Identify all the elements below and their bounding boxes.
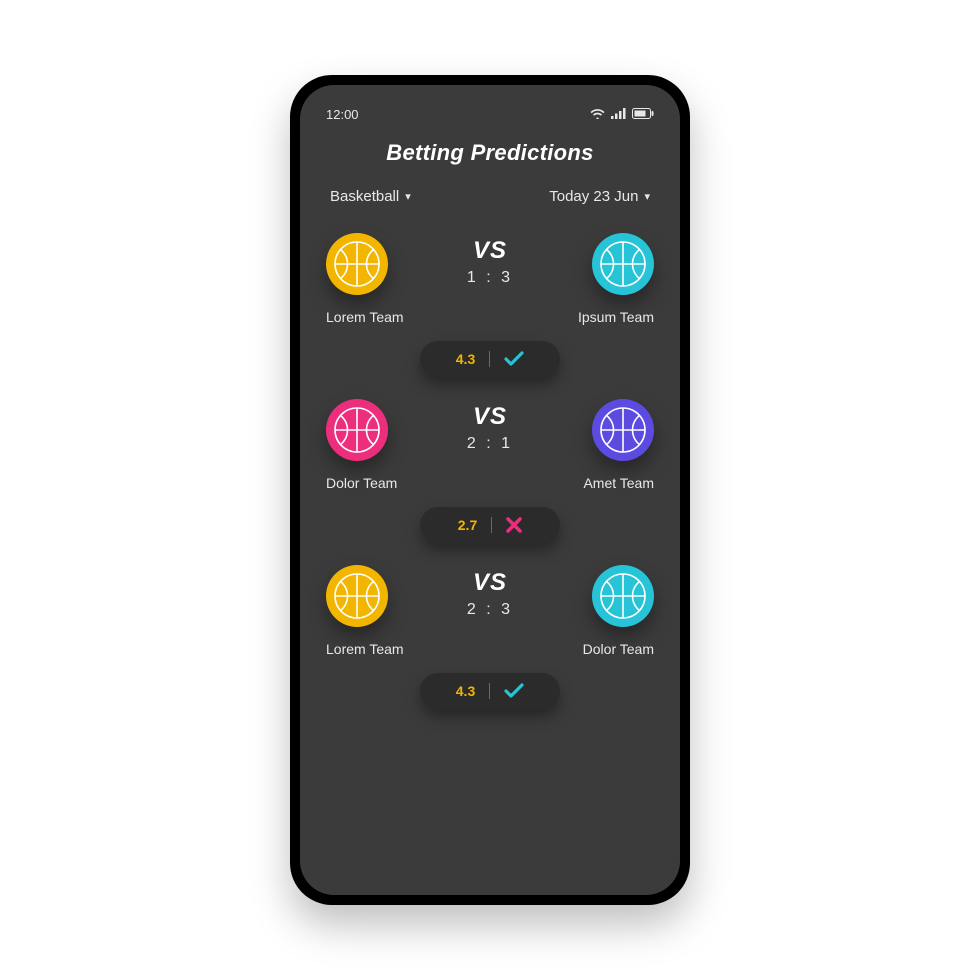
match-score: 2 : 1 <box>467 435 513 453</box>
team-b-name: Dolor Team <box>583 641 654 657</box>
match-center: VS 2 : 1 <box>467 399 513 453</box>
battery-icon <box>632 107 654 122</box>
screen: 12:00 Betting Predictions Basketball ▾ <box>300 85 680 895</box>
date-filter[interactable]: Today 23 Jun ▾ <box>549 188 650 205</box>
team-a: Lorem Team <box>326 565 436 657</box>
match-card[interactable]: Lorem Team VS 2 : 3 Dolor Team 4.3 <box>326 565 654 709</box>
team-a-name: Dolor Team <box>326 475 397 491</box>
odds-pill[interactable]: 4.3 <box>420 341 560 377</box>
odds-value: 4.3 <box>456 683 475 699</box>
separator <box>491 517 492 533</box>
signal-icon <box>611 107 626 122</box>
vs-label: VS <box>473 403 507 431</box>
odds-pill[interactable]: 4.3 <box>420 673 560 709</box>
basketball-icon <box>326 233 388 295</box>
team-b-name: Ipsum Team <box>578 309 654 325</box>
filters-row: Basketball ▾ Today 23 Jun ▾ <box>326 188 654 205</box>
odds-value: 2.7 <box>458 517 477 533</box>
team-b-name: Amet Team <box>583 475 654 491</box>
status-icons <box>590 107 654 122</box>
match-row: Dolor Team VS 2 : 1 Amet Team <box>326 399 654 491</box>
sport-filter[interactable]: Basketball ▾ <box>330 188 411 205</box>
cross-icon <box>506 517 522 533</box>
basketball-icon <box>592 399 654 461</box>
team-b: Ipsum Team <box>544 233 654 325</box>
match-center: VS 1 : 3 <box>467 233 513 287</box>
odds-value: 4.3 <box>456 351 475 367</box>
basketball-icon <box>592 565 654 627</box>
chevron-down-icon: ▾ <box>644 190 650 203</box>
match-center: VS 2 : 3 <box>467 565 513 619</box>
match-row: Lorem Team VS 2 : 3 Dolor Team <box>326 565 654 657</box>
check-icon <box>504 351 524 367</box>
team-a: Lorem Team <box>326 233 436 325</box>
match-score: 1 : 3 <box>467 269 513 287</box>
date-filter-label: Today 23 Jun <box>549 188 638 205</box>
sport-filter-label: Basketball <box>330 188 399 205</box>
page-title: Betting Predictions <box>326 140 654 166</box>
team-a-name: Lorem Team <box>326 641 404 657</box>
match-list: Lorem Team VS 1 : 3 Ipsum Team 4.3 <box>326 233 654 709</box>
vs-label: VS <box>473 569 507 597</box>
basketball-icon <box>592 233 654 295</box>
match-card[interactable]: Lorem Team VS 1 : 3 Ipsum Team 4.3 <box>326 233 654 377</box>
status-bar: 12:00 <box>326 107 654 122</box>
chevron-down-icon: ▾ <box>405 190 411 203</box>
check-icon <box>504 683 524 699</box>
match-score: 2 : 3 <box>467 601 513 619</box>
odds-pill[interactable]: 2.7 <box>420 507 560 543</box>
wifi-icon <box>590 107 605 122</box>
match-row: Lorem Team VS 1 : 3 Ipsum Team <box>326 233 654 325</box>
vs-label: VS <box>473 237 507 265</box>
team-a-name: Lorem Team <box>326 309 404 325</box>
team-b: Dolor Team <box>544 565 654 657</box>
team-a: Dolor Team <box>326 399 436 491</box>
status-time: 12:00 <box>326 107 359 122</box>
match-card[interactable]: Dolor Team VS 2 : 1 Amet Team 2.7 <box>326 399 654 543</box>
separator <box>489 683 490 699</box>
basketball-icon <box>326 399 388 461</box>
team-b: Amet Team <box>544 399 654 491</box>
basketball-icon <box>326 565 388 627</box>
separator <box>489 351 490 367</box>
phone-frame: 12:00 Betting Predictions Basketball ▾ <box>290 75 690 905</box>
